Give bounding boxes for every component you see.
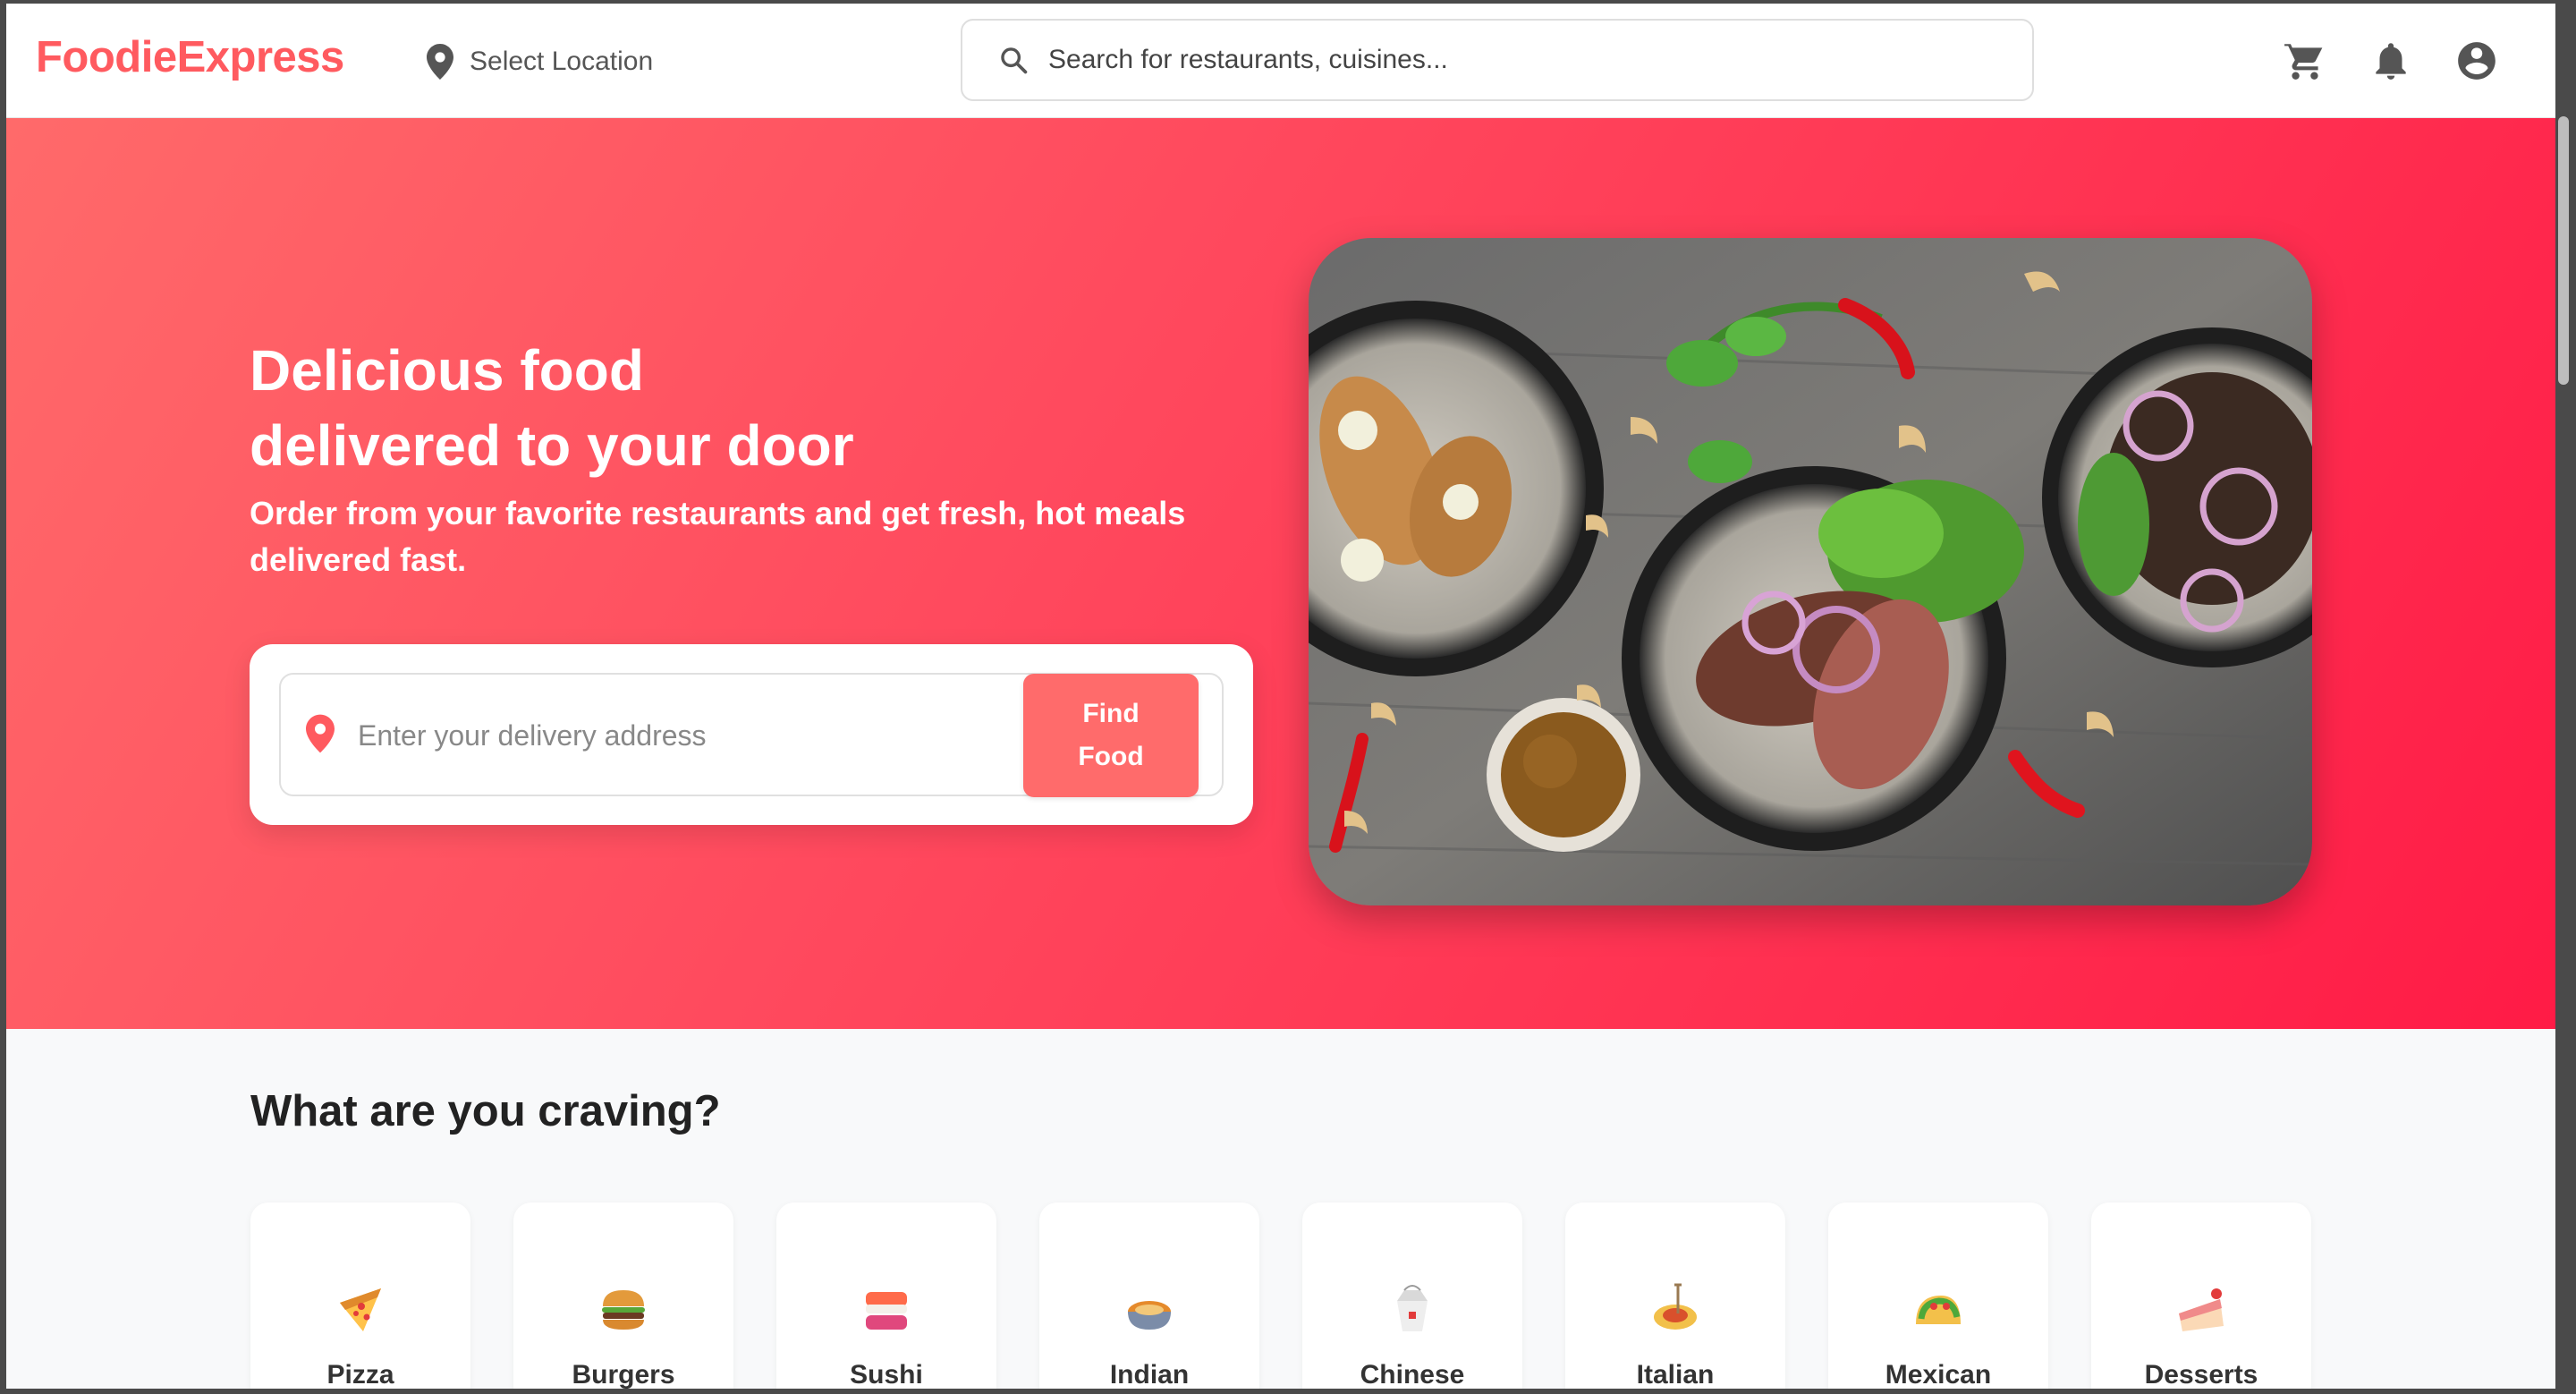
brand-logo[interactable]: FoodieExpress [36,32,344,82]
cart-icon[interactable] [2283,38,2327,83]
taco-icon [1916,1296,1961,1324]
delivery-address-input[interactable] [358,710,984,761]
location-pin-icon [306,714,335,753]
hero-title-line-1: Delicious food [250,338,644,403]
category-label: Italian [1636,1360,1715,1389]
category-sushi[interactable]: Sushi [776,1203,996,1389]
category-label: Burgers [572,1360,675,1389]
category-label: Indian [1109,1360,1190,1389]
category-label: Chinese [1360,1360,1465,1389]
search-input[interactable] [1048,45,1943,75]
hero-subtitle-line-2: delivered fast. [250,541,467,578]
category-pizza[interactable]: Pizza [250,1203,470,1389]
location-pin-icon [427,44,453,80]
category-chinese[interactable]: Chinese [1302,1203,1522,1389]
category-label: Mexican [1885,1360,1992,1389]
hero-title-line-2: delivered to your door [250,413,854,478]
category-label: Desserts [2144,1360,2258,1389]
burger-icon [602,1290,645,1330]
find-food-label-1: Find [1082,699,1140,728]
hero-food-image [1309,238,2312,905]
account-icon[interactable] [2454,38,2499,83]
hero-subtitle: Order from your favorite restaurants and… [250,490,1251,583]
sushi-icon [866,1292,907,1330]
hero-title: Delicious food delivered to your door [250,333,1233,483]
category-indian[interactable]: Indian [1039,1203,1259,1389]
category-desserts[interactable]: Desserts [2091,1203,2311,1389]
delivery-address-box: Find Food [279,673,1224,797]
category-burgers[interactable]: Burgers [513,1203,733,1389]
search-icon [1001,47,1028,74]
categories-title: What are you craving? [250,1087,721,1135]
find-food-label-2: Food [1078,742,1144,771]
cake-icon [2179,1288,2224,1331]
category-italian[interactable]: Italian [1565,1203,1785,1389]
delivery-address-card: Find Food [250,644,1253,825]
category-mexican[interactable]: Mexican [1828,1203,2048,1389]
select-location-button[interactable]: Select Location [427,41,653,82]
bell-icon[interactable] [2368,38,2413,83]
takeout-box-icon [1397,1285,1428,1331]
app-viewport: FoodieExpress Select Location Delicio [6,4,2555,1389]
category-label: Pizza [326,1360,394,1389]
find-food-button[interactable]: Find Food [1023,674,1199,797]
hero-section: Delicious food delivered to your door Or… [6,118,2555,1029]
scrollbar-thumb[interactable] [2558,116,2569,385]
hero-subtitle-line-1: Order from your favorite restaurants and… [250,495,1186,531]
category-label: Sushi [850,1360,923,1389]
search-bar[interactable] [961,19,2034,101]
select-location-label: Select Location [470,47,654,76]
curry-icon [1128,1301,1171,1330]
top-nav: FoodieExpress Select Location [6,4,2555,118]
pizza-icon [340,1288,381,1331]
spaghetti-icon [1654,1283,1697,1330]
